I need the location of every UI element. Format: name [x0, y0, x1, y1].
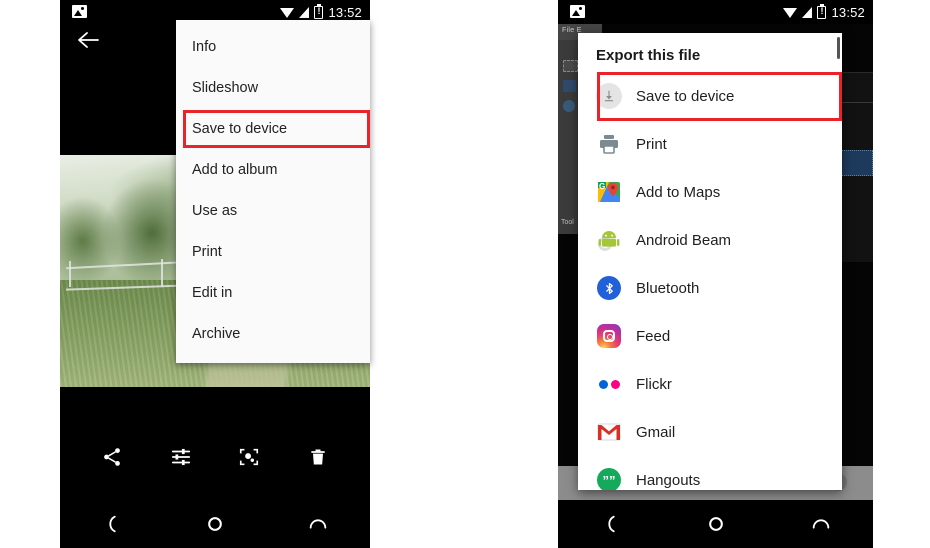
svg-text:G: G [599, 182, 605, 191]
printer-icon [596, 131, 622, 157]
editor-file-menu[interactable]: File [562, 27, 574, 34]
flickr-icon [596, 371, 622, 397]
editor-tool-select[interactable] [563, 60, 578, 72]
share-item-gmail[interactable]: Gmail [578, 408, 842, 456]
share-item-save-to-device[interactable]: Save to device [578, 72, 842, 120]
share-item-android-beam[interactable]: Android Beam [578, 216, 842, 264]
editor-tool-label: Tool [561, 219, 574, 226]
menu-item-add-to-album[interactable]: Add to album [176, 149, 370, 190]
instagram-icon [596, 323, 622, 349]
android-icon [596, 227, 622, 253]
share-item-label: Print [636, 135, 667, 153]
share-item-label: Save to device [636, 87, 735, 105]
menu-item-save-to-device[interactable]: Save to device [176, 108, 370, 149]
menu-item-archive[interactable]: Archive [176, 313, 370, 354]
navigation-bar [558, 500, 873, 548]
share-item-label: Hangouts [636, 471, 701, 489]
signal-icon [299, 6, 310, 18]
share-item-label: Feed [636, 327, 671, 345]
overflow-menu: Info Slideshow Save to device Add to alb… [176, 20, 370, 363]
editor-tool-transform[interactable] [563, 80, 576, 92]
share-item-label: Gmail [636, 423, 676, 441]
dialog-scrollbar[interactable] [837, 37, 840, 59]
wifi-icon [280, 7, 295, 18]
back-nav-icon[interactable] [94, 506, 130, 542]
menu-item-slideshow[interactable]: Slideshow [176, 67, 370, 108]
menu-item-info[interactable]: Info [176, 26, 370, 67]
photo-icon [72, 5, 87, 18]
share-item-hangouts[interactable]: ”” Hangouts [578, 456, 842, 490]
share-dialog-title: Export this file [596, 47, 701, 64]
share-item-label: Flickr [636, 375, 672, 393]
right-phone-screen: File E Tool 1000 13:52 [558, 0, 873, 548]
screenshot-root: 13:52 [0, 0, 930, 548]
share-dialog: Export this file Save to device Print G … [578, 33, 842, 490]
share-target-list: Save to device Print G Add to Maps Andro… [578, 72, 842, 490]
recents-nav-icon[interactable] [300, 506, 336, 542]
battery-icon [817, 3, 827, 19]
menu-item-use-as[interactable]: Use as [176, 190, 370, 231]
photo-action-toolbar [60, 428, 370, 486]
share-item-label: Add to Maps [636, 183, 721, 201]
navigation-bar [60, 500, 370, 548]
share-item-bluetooth[interactable]: Bluetooth [578, 264, 842, 312]
share-item-print[interactable]: Print [578, 120, 842, 168]
google-maps-icon: G [596, 179, 622, 205]
share-item-add-to-maps[interactable]: G Add to Maps [578, 168, 842, 216]
status-bar-time: 13:52 [328, 4, 362, 20]
share-item-label: Bluetooth [636, 279, 700, 297]
hangouts-icon: ”” [596, 467, 622, 490]
share-item-label: Android Beam [636, 231, 732, 249]
status-bar: 13:52 [558, 0, 873, 24]
gmail-icon [596, 419, 622, 445]
menu-item-print[interactable]: Print [176, 231, 370, 272]
signal-icon [802, 6, 813, 18]
download-circle-icon [596, 83, 622, 109]
home-nav-icon[interactable] [698, 506, 734, 542]
tune-icon[interactable] [164, 440, 198, 474]
share-icon[interactable] [95, 440, 129, 474]
battery-icon [314, 3, 324, 19]
home-nav-icon[interactable] [197, 506, 233, 542]
lens-icon[interactable] [232, 440, 266, 474]
wifi-icon [783, 7, 798, 18]
status-bar-time: 13:52 [831, 4, 865, 20]
back-arrow-icon[interactable] [76, 28, 102, 52]
menu-item-edit-in[interactable]: Edit in [176, 272, 370, 313]
bluetooth-icon [596, 275, 622, 301]
editor-tool-fill[interactable] [563, 100, 575, 112]
recents-nav-icon[interactable] [803, 506, 839, 542]
back-nav-icon[interactable] [593, 506, 629, 542]
share-item-feed[interactable]: Feed [578, 312, 842, 360]
photo-icon [570, 5, 585, 18]
delete-icon[interactable] [301, 440, 335, 474]
share-item-flickr[interactable]: Flickr [578, 360, 842, 408]
